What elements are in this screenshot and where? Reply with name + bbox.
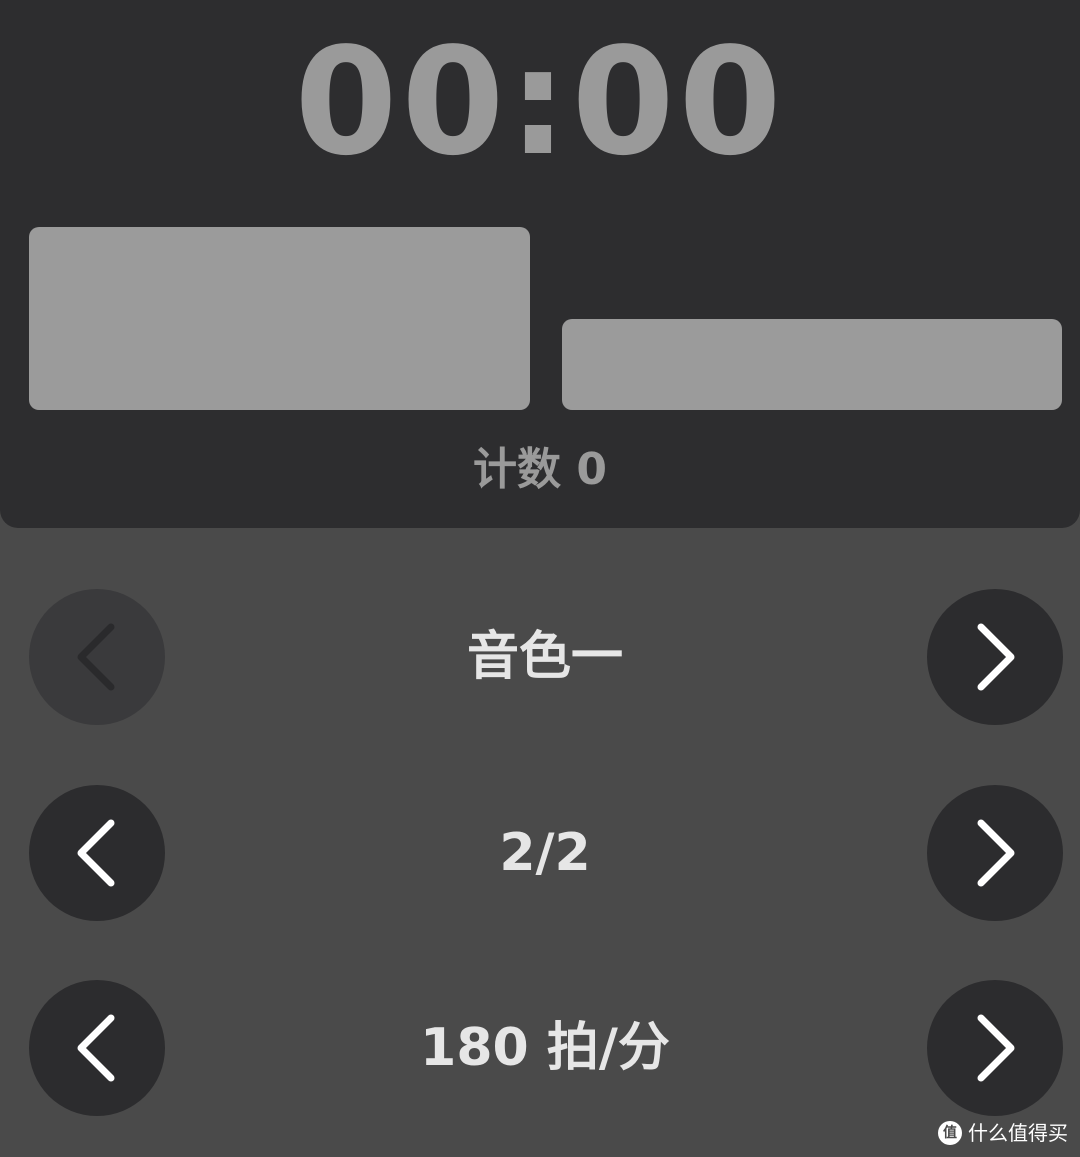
beat-indicator-2 <box>562 319 1062 410</box>
watermark: 值 什么值得买 <box>938 1119 1068 1147</box>
tempo-value: 180 拍/分 <box>420 1018 670 1078</box>
meter-prev-button[interactable] <box>29 785 165 921</box>
beat-counter: 计数 0 <box>473 444 607 495</box>
sound-selector-row: 音色一 <box>0 589 1080 725</box>
meter-next-button[interactable] <box>927 785 1063 921</box>
time-signature-row: 2/2 <box>0 785 1080 921</box>
chevron-left-icon <box>77 819 115 887</box>
sound-name: 音色一 <box>466 627 623 687</box>
tempo-next-button[interactable] <box>927 980 1063 1116</box>
elapsed-timer: 00:00 <box>294 16 786 188</box>
tempo-prev-button[interactable] <box>29 980 165 1116</box>
chevron-left-icon <box>77 623 115 691</box>
tempo-row: 180 拍/分 <box>0 980 1080 1116</box>
watermark-text: 什么值得买 <box>968 1121 1068 1145</box>
chevron-right-icon <box>977 623 1015 691</box>
sound-prev-button[interactable] <box>29 589 165 725</box>
chevron-right-icon <box>977 1014 1015 1082</box>
chevron-right-icon <box>977 819 1015 887</box>
watermark-logo-icon: 值 <box>938 1121 962 1145</box>
metronome-display-panel: 00:00 计数 0 <box>0 0 1080 528</box>
chevron-left-icon <box>77 1014 115 1082</box>
sound-next-button[interactable] <box>927 589 1063 725</box>
time-signature-value: 2/2 <box>499 823 591 883</box>
beat-indicator-1 <box>29 227 530 410</box>
